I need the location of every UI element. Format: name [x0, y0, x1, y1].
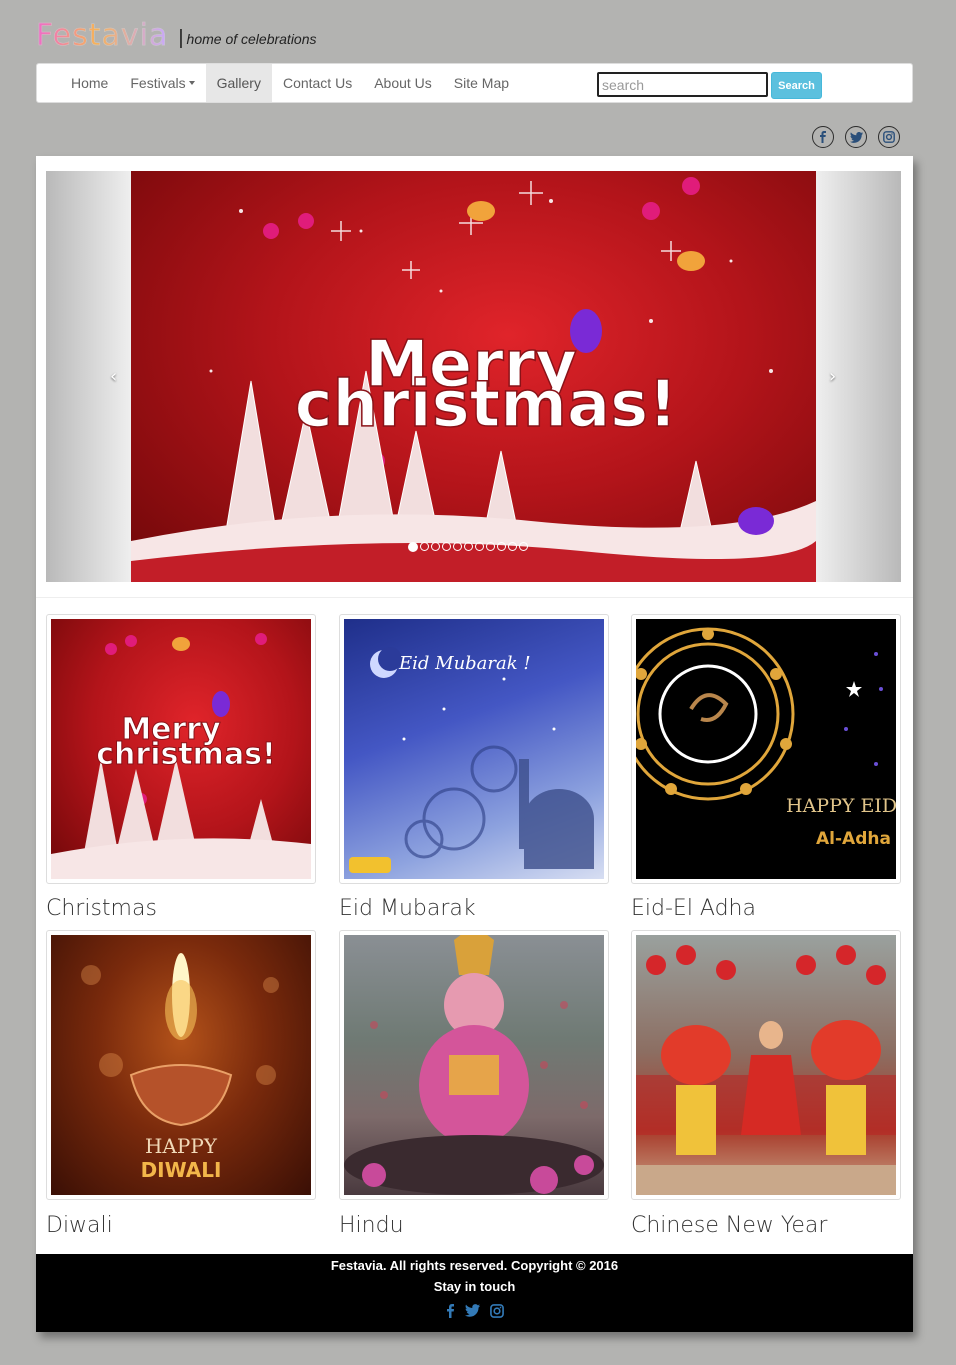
christmas-slide-art: Merry christmas!: [131, 177, 816, 582]
gallery-caption[interactable]: Eid Mubarak: [339, 896, 476, 921]
thumb-text-line1: HAPPY: [145, 1134, 218, 1158]
thumb-text-line1: HAPPY EID: [786, 795, 896, 817]
image-carousel[interactable]: Merry christmas! ‹ ›: [46, 171, 901, 582]
facebook-icon[interactable]: [812, 126, 834, 148]
carousel-indicator[interactable]: [431, 542, 440, 551]
nav-item-home[interactable]: Home: [60, 64, 119, 102]
footer-stay-in-touch: Stay in touch: [433, 1279, 516, 1294]
thumb-text-line2: christmas!: [96, 737, 275, 772]
carousel-indicator[interactable]: [519, 542, 528, 551]
diwali-image: HAPPY DIWALI: [51, 935, 311, 1195]
main-navbar: Home Festivals Gallery Contact Us About …: [36, 63, 913, 103]
carousel-indicator[interactable]: [464, 542, 473, 551]
nav-item-gallery[interactable]: Gallery: [205, 64, 272, 102]
nav-item-contact-us[interactable]: Contact Us: [272, 64, 363, 102]
carousel-indicator[interactable]: [420, 542, 429, 551]
thumb-text-line1: Eid Mubarak !: [398, 653, 531, 674]
twitter-icon[interactable]: [845, 126, 867, 148]
carousel-indicator[interactable]: [508, 542, 517, 551]
nav-item-festivals[interactable]: Festivals: [119, 64, 205, 102]
nav-item-site-map[interactable]: Site Map: [443, 64, 520, 102]
social-links-top: [812, 126, 900, 148]
carousel-next-icon[interactable]: ›: [829, 366, 836, 387]
thumb-text-line2: Al-Adha: [816, 829, 891, 849]
gallery-thumb-diwali[interactable]: HAPPY DIWALI: [46, 930, 316, 1200]
instagram-icon[interactable]: [878, 126, 900, 148]
social-links-footer: [36, 1304, 913, 1323]
site-tagline: home of celebrations: [186, 31, 317, 47]
nav-label: About Us: [374, 75, 432, 91]
search-button[interactable]: Search: [771, 72, 822, 99]
nav-label: Home: [71, 75, 109, 91]
gallery-thumb-christmas[interactable]: Merry christmas!: [46, 614, 316, 884]
tagline-separator: |: [178, 27, 184, 49]
eid-el-adha-image: HAPPY EID Al-Adha: [636, 619, 896, 879]
carousel-indicator[interactable]: [497, 542, 506, 551]
main-content: Merry christmas! ‹ › Merry christmas! Ch…: [36, 156, 913, 1332]
nav-label: Contact Us: [282, 75, 353, 91]
instagram-icon[interactable]: [489, 1304, 504, 1323]
gallery-caption[interactable]: Eid-El Adha: [631, 896, 756, 921]
carousel-indicator[interactable]: [475, 542, 484, 551]
carousel-prev-icon[interactable]: ‹: [110, 366, 117, 387]
carousel-slide-christmas: Merry christmas!: [131, 171, 816, 582]
gallery-thumb-eid-el-adha[interactable]: HAPPY EID Al-Adha: [631, 614, 901, 884]
christmas-image: Merry christmas!: [51, 619, 311, 879]
gallery-thumb-chinese-new-year[interactable]: [631, 930, 901, 1200]
gallery-caption[interactable]: Hindu: [339, 1213, 404, 1238]
thumb-text-line2: DIWALI: [141, 1158, 222, 1182]
gallery-caption[interactable]: Diwali: [46, 1213, 113, 1238]
site-footer: Festavia. All rights reserved. Copyright…: [36, 1254, 913, 1332]
nav-label: Gallery: [216, 75, 261, 91]
gallery-thumb-eid-mubarak[interactable]: Eid Mubarak !: [339, 614, 609, 884]
eid-mubarak-image: Eid Mubarak !: [344, 619, 604, 879]
slide-text-line2: christmas!: [295, 368, 678, 442]
brand: Festavia | home of celebrations: [36, 16, 317, 56]
facebook-icon[interactable]: [446, 1304, 455, 1323]
carousel-indicator[interactable]: [486, 542, 495, 551]
gallery-thumb-hindu[interactable]: [339, 930, 609, 1200]
carousel-indicator[interactable]: [453, 542, 462, 551]
hindu-image: [344, 935, 604, 1195]
nav-list: Home Festivals Gallery Contact Us About …: [37, 64, 520, 102]
gallery-caption[interactable]: Christmas: [46, 896, 157, 921]
caret-down-icon: [188, 81, 195, 85]
carousel-indicator[interactable]: [408, 542, 418, 552]
carousel-indicator[interactable]: [442, 542, 451, 551]
gallery-caption[interactable]: Chinese New Year: [631, 1213, 827, 1238]
twitter-icon[interactable]: [464, 1304, 480, 1323]
nav-item-about-us[interactable]: About Us: [363, 64, 443, 102]
divider: [36, 597, 913, 598]
site-logo[interactable]: Festavia: [36, 16, 168, 56]
chinese-new-year-image: [636, 935, 896, 1195]
search-input[interactable]: [597, 72, 768, 97]
footer-copyright: Festavia. All rights reserved. Copyright…: [330, 1258, 619, 1273]
nav-label: Festivals: [130, 75, 186, 91]
carousel-indicators: [408, 542, 528, 552]
nav-label: Site Map: [453, 75, 510, 91]
